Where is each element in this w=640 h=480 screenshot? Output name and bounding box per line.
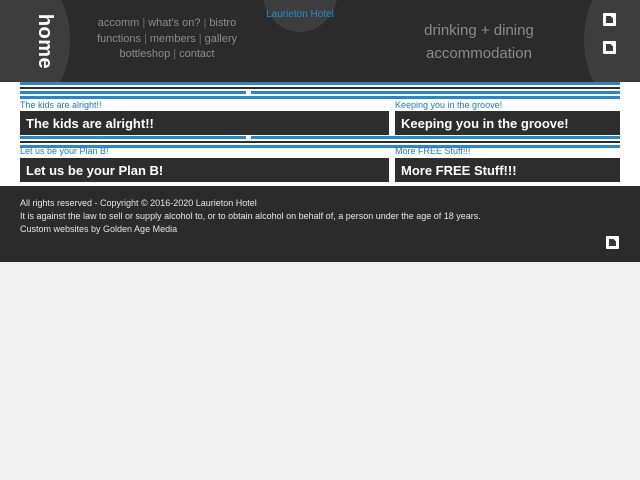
tagline-line-1: drinking + dining	[424, 22, 534, 39]
nav-row-1: accomm | what's on? | bistro	[97, 17, 237, 29]
header-tagline: drinking + dining accommodation	[404, 19, 554, 65]
nav-item-gallery[interactable]: gallery	[205, 33, 237, 45]
card-title-link[interactable]: The kids are alright!!	[20, 111, 389, 135]
nav-item-members[interactable]: members	[150, 33, 196, 45]
nav-row-2: functions | members | gallery	[97, 32, 237, 45]
footer-credit-link[interactable]: Custom websites by Golden Age Media	[20, 224, 177, 234]
card-title-link[interactable]: Let us be your Plan B!	[20, 158, 389, 182]
card-title-link[interactable]: More FREE Stuff!!!	[395, 158, 620, 182]
nav-item-bottleshop[interactable]: bottleshop	[119, 48, 170, 60]
card-label[interactable]: Keeping you in the groove!	[395, 100, 502, 110]
nav-item-whats-on[interactable]: what's on?	[148, 17, 200, 29]
footer-copyright: All rights reserved - Copyright © 2016-2…	[20, 198, 257, 208]
home-link-label: home	[34, 13, 57, 69]
facebook-icon[interactable]	[606, 236, 619, 249]
nav-item-contact[interactable]: contact	[179, 48, 214, 60]
site-title-link[interactable]: Laurieton Hotel	[264, 9, 336, 20]
content-area: The kids are alright!! The kids are alri…	[0, 82, 640, 186]
card-label[interactable]: Let us be your Plan B!	[20, 146, 109, 156]
nav-row-3: bottleshop | contact	[119, 48, 215, 60]
tagline-line-2: accommodation	[426, 45, 532, 62]
site-header: home Laurieton Hotel accomm | what's on? | b…	[0, 0, 640, 82]
nav-item-accomm[interactable]: accomm	[98, 17, 140, 29]
nav-item-functions[interactable]: functions	[97, 33, 141, 45]
nav-item-bistro[interactable]: bistro	[209, 17, 236, 29]
instagram-icon[interactable]	[603, 41, 616, 54]
facebook-icon[interactable]	[603, 13, 616, 26]
card-label[interactable]: More FREE Stuff!!!	[395, 146, 470, 156]
home-link[interactable]: home	[24, 13, 66, 69]
card-title-link[interactable]: Keeping you in the groove!	[395, 111, 620, 135]
card-label[interactable]: The kids are alright!!	[20, 100, 102, 110]
footer-alcohol-notice: It is against the law to sell or supply …	[20, 211, 481, 221]
main-nav: accomm | what's on? | bistro functions | membe…	[84, 16, 250, 63]
site-footer: All rights reserved - Copyright © 2016-2…	[0, 186, 640, 262]
